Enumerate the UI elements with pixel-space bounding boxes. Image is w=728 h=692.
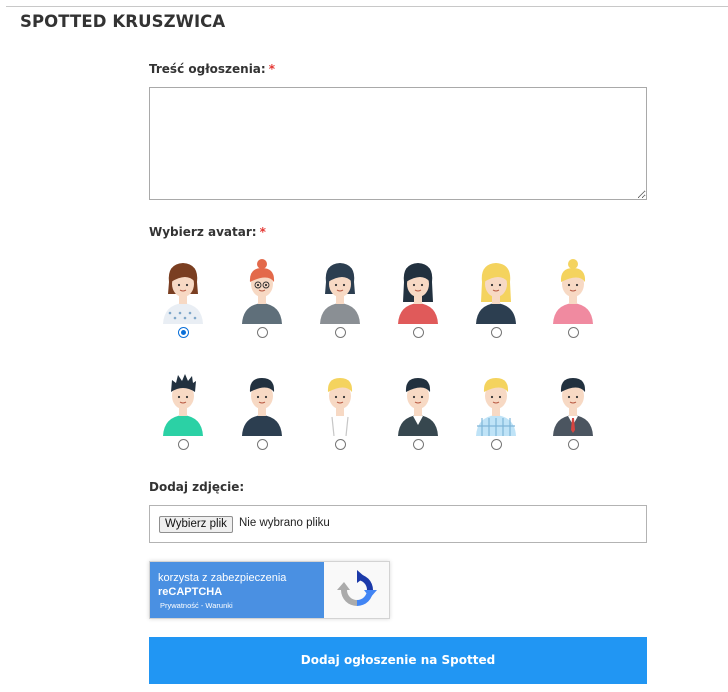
avatar-option[interactable] (153, 258, 213, 344)
woman-dark-bob-avatar-icon (320, 263, 360, 324)
woman-blonde-avatar-icon (476, 263, 516, 324)
avatar-radio[interactable] (178, 327, 189, 338)
avatar-radio[interactable] (335, 327, 346, 338)
avatar-radio[interactable] (413, 439, 424, 450)
avatar-option[interactable] (543, 370, 603, 456)
recaptcha-logo-icon (337, 570, 377, 606)
recaptcha-badge[interactable]: korzysta z zabezpieczenia reCAPTCHA Pryw… (149, 561, 390, 619)
choose-file-button[interactable]: Wybierz plik (159, 516, 233, 533)
avatar-radio[interactable] (178, 439, 189, 450)
submit-button[interactable]: Dodaj ogłoszenie na Spotted (149, 637, 647, 684)
avatar-option[interactable] (232, 258, 292, 344)
avatar-radio[interactable] (413, 327, 424, 338)
spotted-form-page: SPOTTED KRUSZWICA Treść ogłoszenia: * Wyb… (0, 0, 728, 692)
avatar-option[interactable] (310, 258, 370, 344)
avatar-option[interactable] (466, 258, 526, 344)
man-blonde-tank-top-avatar-icon (320, 378, 360, 436)
avatar-label-text: Wybierz avatar: (149, 225, 257, 239)
top-divider (6, 6, 728, 7)
woman-blonde-bun-avatar-icon (553, 259, 593, 324)
avatar-option[interactable] (153, 370, 213, 456)
avatar-label: Wybierz avatar: * (149, 225, 266, 239)
avatar-radio[interactable] (335, 439, 346, 450)
file-status: Nie wybrano pliku (239, 517, 330, 529)
avatar-option[interactable] (388, 258, 448, 344)
page-title: SPOTTED KRUSZWICA (20, 12, 226, 31)
man-blonde-checked-shirt-avatar-icon (476, 378, 516, 436)
photo-label: Dodaj zdjęcie: (149, 480, 245, 494)
content-label-text: Treść ogłoszenia: (149, 62, 266, 76)
woman-dark-long-hair-avatar-icon (398, 263, 438, 324)
avatar-radio[interactable] (491, 327, 502, 338)
man-dark-hair-jacket-avatar-icon (398, 378, 438, 436)
avatar-option[interactable] (466, 370, 526, 456)
required-mark: * (268, 62, 275, 76)
avatar-radio[interactable] (257, 327, 268, 338)
file-input[interactable]: Wybierz plik Nie wybrano pliku (149, 505, 647, 543)
avatar-radio[interactable] (568, 327, 579, 338)
avatar-radio[interactable] (491, 439, 502, 450)
required-mark: * (259, 225, 266, 239)
avatar-option[interactable] (388, 370, 448, 456)
recaptcha-info-panel: korzysta z zabezpieczenia reCAPTCHA Pryw… (150, 562, 324, 618)
woman-red-bun-glasses-avatar-icon (242, 259, 282, 324)
man-spiky-hair-green-shirt-avatar-icon (163, 374, 203, 436)
recaptcha-links[interactable]: Prywatność - Warunki (160, 601, 233, 610)
recaptcha-brand: reCAPTCHA (158, 586, 223, 598)
avatar-option[interactable] (232, 370, 292, 456)
content-label: Treść ogłoszenia: * (149, 62, 275, 76)
avatar-radio[interactable] (257, 439, 268, 450)
avatar-option[interactable] (310, 370, 370, 456)
man-suit-tie-avatar-icon (553, 378, 593, 436)
avatar-radio[interactable] (568, 439, 579, 450)
man-dark-hair-avatar-icon (242, 378, 282, 436)
content-textarea[interactable] (149, 87, 647, 200)
avatar-option[interactable] (543, 258, 603, 344)
recaptcha-text: korzysta z zabezpieczenia (158, 572, 287, 584)
woman-brown-bob-avatar-icon (163, 263, 203, 324)
